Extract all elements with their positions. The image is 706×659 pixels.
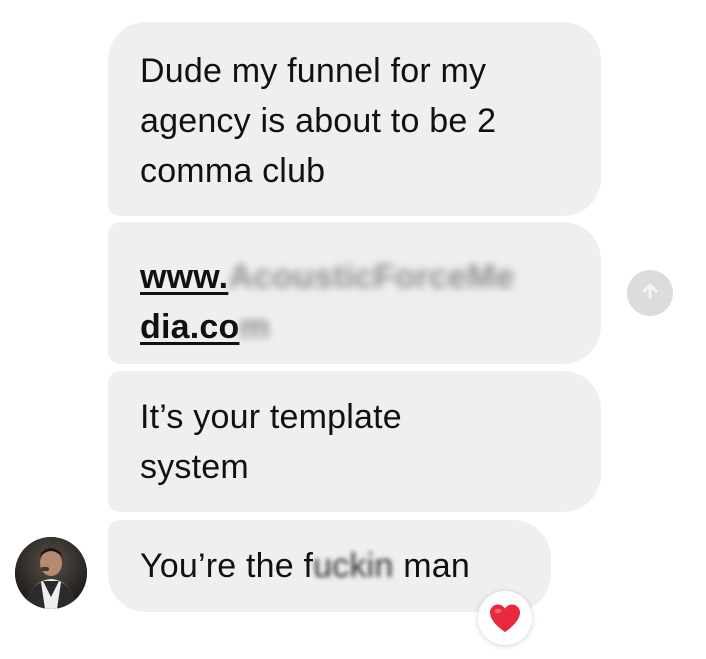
message-line: Dude my funnel for my bbox=[140, 52, 487, 90]
link-message-bubble[interactable]: www.AcousticForceMe dia.com bbox=[108, 222, 601, 364]
share-icon bbox=[642, 283, 658, 299]
avatar[interactable] bbox=[15, 537, 87, 609]
message-line: agency is about to be 2 bbox=[140, 102, 497, 140]
link-text[interactable]: dia.co bbox=[140, 308, 239, 346]
blurred-link-text[interactable]: m bbox=[239, 308, 269, 346]
message-line: system bbox=[140, 448, 249, 486]
heart-reaction[interactable] bbox=[478, 591, 532, 645]
message-line: comma club bbox=[140, 152, 326, 190]
blurred-link-text[interactable]: AcousticForceMe bbox=[228, 258, 514, 296]
message-bubble[interactable]: You’re the fuckin man bbox=[108, 520, 551, 612]
share-button[interactable] bbox=[627, 270, 673, 316]
message-line: It’s your template bbox=[140, 398, 402, 436]
message-bubble[interactable]: It’s your template system bbox=[108, 371, 601, 512]
link-line[interactable]: www.AcousticForceMe bbox=[140, 252, 571, 302]
heart-icon bbox=[490, 604, 520, 632]
link-text[interactable]: www. bbox=[140, 258, 228, 296]
message-text: man bbox=[393, 547, 470, 585]
blurred-word: uckin bbox=[313, 547, 394, 585]
avatar-photo bbox=[15, 537, 87, 609]
link-line[interactable]: dia.com bbox=[140, 302, 571, 352]
message-bubble[interactable]: Dude my funnel for my agency is about to… bbox=[108, 22, 601, 216]
message-text: You’re the f bbox=[140, 547, 314, 585]
